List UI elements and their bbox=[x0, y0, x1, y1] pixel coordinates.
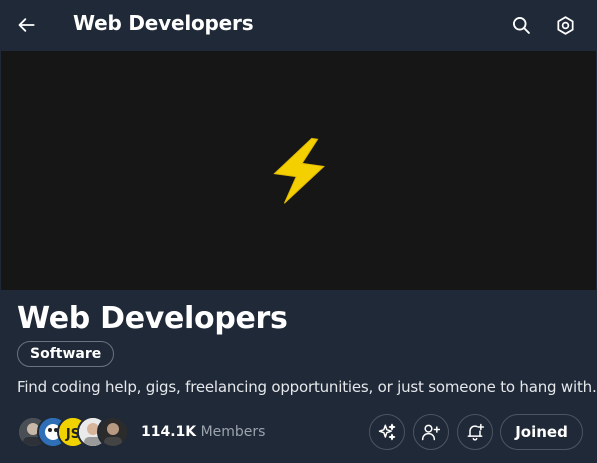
bell-add-icon bbox=[467, 423, 485, 441]
notifications-button[interactable] bbox=[457, 414, 493, 450]
member-avatars[interactable]: JS bbox=[17, 416, 132, 448]
search-icon bbox=[513, 17, 530, 34]
community-banner bbox=[1, 51, 596, 290]
invite-button[interactable] bbox=[413, 414, 449, 450]
add-person-icon bbox=[421, 424, 441, 441]
back-button[interactable] bbox=[12, 10, 42, 40]
members-label: Members bbox=[200, 424, 266, 440]
category-badge[interactable]: Software bbox=[17, 341, 115, 367]
settings-button[interactable] bbox=[550, 10, 580, 40]
avatar bbox=[97, 416, 129, 448]
arrow-left-icon bbox=[18, 18, 35, 32]
community-title: Web Developers bbox=[17, 301, 288, 336]
sparkle-icon bbox=[378, 423, 396, 441]
members-count[interactable]: 114.1K Members bbox=[141, 424, 265, 440]
explore-button[interactable] bbox=[369, 414, 405, 450]
members-count-value: 114.1K bbox=[141, 424, 197, 440]
top-bar: Web Developers bbox=[0, 0, 597, 50]
search-button[interactable] bbox=[506, 10, 536, 40]
community-description: Find coding help, gigs, freelancing oppo… bbox=[17, 378, 597, 396]
gear-icon bbox=[556, 15, 574, 35]
joined-button[interactable]: Joined bbox=[500, 414, 583, 450]
header-title: Web Developers bbox=[73, 11, 254, 35]
lightning-bolt-icon bbox=[272, 137, 325, 204]
